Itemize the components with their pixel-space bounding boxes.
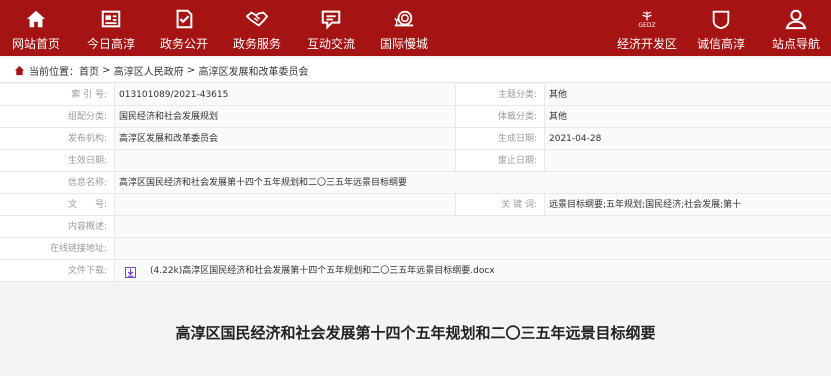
topic-label: 主题分类: [456,84,545,105]
name-label: 信息名称: [0,172,115,193]
nav-item-dev-zone[interactable]: GEDZ 经济开发区 [614,0,680,56]
nav-item-today[interactable]: 今日高淳 [85,0,137,56]
nav-item-label: 网站首页 [11,37,60,51]
handshake-icon [245,8,269,30]
breadcrumb-prefix: 当前位置： [29,67,79,78]
nav-item-label: 站点导航 [771,37,820,51]
effective-label: 生效日期: [0,150,115,171]
info-row: 组配分类: 国民经济和社会发展规划 体裁分类: 其他 [0,106,831,128]
publisher-label: 发布机构: [0,128,115,149]
group-label: 组配分类: [0,106,115,127]
created-value: 2021-04-28 [545,128,831,149]
link-value [115,238,831,259]
abolish-label: 废止日期: [456,150,545,171]
breadcrumb-separator: > [99,65,114,76]
nav-item-label: 今日高淳 [86,37,135,51]
keywords-value: 远景目标纲要;五年规划;国民经济;社会发展;第十 [545,194,831,215]
nav-item-slow-city[interactable]: 国际慢城 [378,0,430,56]
created-label: 生成日期: [456,128,545,149]
snail-icon [392,8,416,30]
gedz-logo-icon: GEDZ [635,8,659,30]
location-home-icon [14,65,25,76]
publisher-value: 高淳区发展和改革委员会 [115,128,456,149]
nav-item-integrity[interactable]: 诚信高淳 [692,0,750,56]
docno-label: 文 号: [0,194,115,215]
breadcrumb-separator: > [183,65,199,76]
nav-item-label: 国际慢城 [379,37,428,51]
user-nav-icon [784,8,808,30]
info-row: 在线链接地址: [0,238,831,260]
download-icon[interactable] [125,265,136,278]
info-row: 文 号: 关 键 词: 远景目标纲要;五年规划;国民经济;社会发展;第十 [0,194,831,216]
breadcrumb: 当前位置： 首页 > 高淳区人民政府 > 高淳区发展和改革委员会 [0,59,831,83]
nav-item-gov-service[interactable]: 政务服务 [231,0,283,56]
info-row: 生效日期: 废止日期: [0,150,831,172]
breadcrumb-link-drc[interactable]: 高淳区发展和改革委员会 [199,63,309,78]
info-row: 发布机构: 高淳区发展和改革委员会 生成日期: 2021-04-28 [0,128,831,150]
download-cell: (4.22k)高淳区国民经济和社会发展第十四个五年规划和二〇三五年远景目标纲要.… [115,260,831,281]
abolish-value [545,150,831,171]
info-row: 索 引 号: 013101089/2021-43615 主题分类: 其他 [0,84,831,106]
top-nav-bar: 网站首页 今日高淳 政务公开 政务服务 互动交流 国际慢城 GEDZ 经济开发区… [0,0,831,56]
chat-icon [319,8,343,30]
group-value: 国民经济和社会发展规划 [115,106,456,127]
page-title: 高淳区国民经济和社会发展第十四个五年规划和二〇三五年远景目标纲要 [175,324,656,342]
info-row: 信息名称: 高淳区国民经济和社会发展第十四个五年规划和二〇三五年远景目标纲要 [0,172,831,194]
keywords-label: 关 键 词: [456,194,545,215]
integrity-icon [709,8,733,30]
summary-label: 内容概述: [0,216,115,237]
name-value: 高淳区国民经济和社会发展第十四个五年规划和二〇三五年远景目标纲要 [115,172,831,193]
nav-item-home[interactable]: 网站首页 [10,0,62,56]
breadcrumb-link-home[interactable]: 首页 [79,63,99,78]
nav-item-label: 互动交流 [306,37,355,51]
info-row: 内容概述: [0,216,831,238]
docno-value [115,194,456,215]
topic-value: 其他 [545,84,831,105]
checklist-icon [172,8,196,30]
nav-item-label: 经济开发区 [616,37,677,51]
link-label: 在线链接地址: [0,238,115,259]
summary-value [115,216,831,237]
nav-item-gov-open[interactable]: 政务公开 [158,0,210,56]
download-label: 文件下载: [0,260,115,281]
genre-label: 体裁分类: [456,106,545,127]
nav-item-site-map[interactable]: 站点导航 [767,0,825,56]
index-label: 索 引 号: [0,84,115,105]
nav-item-label: 政务服务 [232,37,281,51]
info-table: 索 引 号: 013101089/2021-43615 主题分类: 其他 组配分… [0,84,831,282]
nav-item-interact[interactable]: 互动交流 [305,0,357,56]
download-link[interactable]: (4.22k)高淳区国民经济和社会发展第十四个五年规划和二〇三五年远景目标纲要.… [150,260,495,281]
genre-value: 其他 [545,106,831,127]
newspaper-icon [99,8,123,30]
effective-value [115,150,456,171]
nav-item-label: 政务公开 [159,37,208,51]
nav-item-label: 诚信高淳 [696,37,745,51]
breadcrumb-link-gov[interactable]: 高淳区人民政府 [114,63,184,78]
home-icon [24,8,48,30]
info-row: 文件下载: (4.22k)高淳区国民经济和社会发展第十四个五年规划和二〇三五年远… [0,260,831,282]
index-value: 013101089/2021-43615 [115,84,456,105]
